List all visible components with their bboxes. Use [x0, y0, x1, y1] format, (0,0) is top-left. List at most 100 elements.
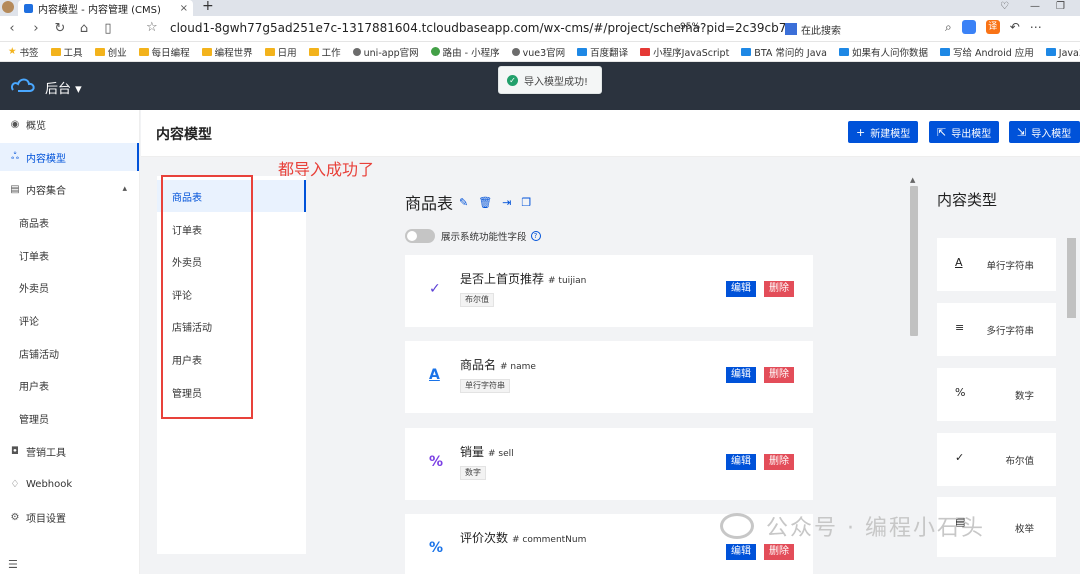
collapse-menu-icon[interactable]: ☰	[8, 558, 18, 571]
bookmark-item[interactable]: 如果有人问你数据	[839, 45, 928, 59]
extension-icon[interactable]	[961, 20, 976, 34]
bookmark-item[interactable]: uni-app官网	[352, 45, 419, 59]
back-icon[interactable]: ‹	[0, 21, 24, 36]
bookmark-item[interactable]: ★ 书签	[8, 45, 39, 59]
bookmark-item[interactable]: Java3y 的个人主	[1045, 45, 1080, 59]
app-switcher[interactable]: 后台 ▾	[45, 78, 82, 97]
bookmark-item[interactable]: 百度翻译	[577, 45, 628, 59]
scroll-up-icon[interactable]: ▲	[910, 176, 915, 184]
address-bar: ‹ › ↻ ⌂ ▯ ☆ cloud1-8gwh77g5ad251e7c-1317…	[0, 16, 1080, 42]
sidebar-item-admins[interactable]: 管理员	[0, 404, 139, 432]
bookmark-item[interactable]: 创业	[94, 45, 127, 59]
edit-model-icon[interactable]: ✎	[459, 196, 468, 209]
export-model-button[interactable]: ⇱ 导出模型	[929, 121, 1000, 143]
sidebar-item-overview[interactable]: ◉ 概览	[0, 110, 139, 138]
bookmark-star-icon[interactable]: ☆	[146, 20, 158, 35]
sidebar-item-comments[interactable]: 评论	[0, 306, 139, 334]
shirt-icon[interactable]: ♡	[1000, 1, 1009, 12]
bookmark-item[interactable]: 路由 - 小程序	[430, 45, 500, 59]
minimize-icon[interactable]: —	[1030, 1, 1040, 12]
undo-icon[interactable]: ↶	[1010, 20, 1020, 35]
bookmark-item[interactable]: 每日编程	[138, 45, 190, 59]
type-card-number[interactable]: % 数字	[937, 368, 1056, 421]
site-icon	[940, 47, 951, 56]
bookmark-item[interactable]: 小程序JavaScript	[640, 45, 729, 59]
forward-icon[interactable]: ›	[24, 21, 48, 36]
type-card-single-line[interactable]: A 单行字符串	[937, 238, 1056, 291]
bookmark-item[interactable]: 工作	[308, 45, 341, 59]
bookmark-item[interactable]: 日用	[264, 45, 297, 59]
types-scrollbar[interactable]	[1067, 238, 1076, 318]
more-icon[interactable]: ⋯	[1030, 20, 1042, 35]
folder-icon	[264, 47, 275, 56]
new-tab-button[interactable]: +	[202, 0, 214, 14]
delete-field-button[interactable]: 删除	[764, 367, 794, 383]
types-title: 内容类型	[937, 191, 998, 209]
system-fields-toggle[interactable]	[405, 229, 435, 243]
restore-icon[interactable]: ❐	[1056, 1, 1065, 12]
reader-icon[interactable]: ▯	[96, 21, 120, 36]
type-card-multi-line[interactable]: ≡ 多行字符串	[937, 303, 1056, 356]
search-icon[interactable]: ⌕	[945, 20, 952, 35]
sidebar-item-webhook[interactable]: ♢ Webhook	[0, 470, 139, 498]
tab-close-icon[interactable]: ×	[180, 3, 188, 14]
chevron-up-icon: ▴	[122, 184, 127, 194]
help-icon[interactable]: ?	[530, 231, 541, 241]
translate-site-icon	[577, 47, 588, 56]
bookmark-item[interactable]: vue3官网	[511, 45, 565, 59]
sidebar-item-couriers[interactable]: 外卖员	[0, 273, 139, 301]
sidebar-item-project-settings[interactable]: ⚙ 项目设置	[0, 503, 139, 531]
sidebar-item-content-model[interactable]: ஃ 内容模型	[0, 143, 139, 171]
new-model-button[interactable]: + 新建模型	[848, 121, 919, 143]
reload-icon[interactable]: ↻	[48, 21, 72, 36]
edit-field-button[interactable]: 编辑	[726, 454, 756, 470]
cloud-logo-icon[interactable]	[10, 76, 36, 96]
edit-field-button[interactable]: 编辑	[726, 367, 756, 383]
zoom-level[interactable]: 95%	[680, 22, 700, 32]
sidebar-item-marketing[interactable]: ◘ 营销工具	[0, 437, 139, 465]
edit-field-button[interactable]: 编辑	[726, 281, 756, 297]
star-icon: ★	[8, 46, 17, 57]
field-name: 销量	[460, 445, 485, 459]
percent-icon: %	[955, 386, 966, 399]
delete-field-button[interactable]: 删除	[764, 454, 794, 470]
profile-avatar[interactable]	[2, 1, 14, 13]
search-engine-icon[interactable]	[785, 23, 797, 35]
search-input[interactable]: 在此搜索	[785, 20, 955, 38]
sidebar-item-orders[interactable]: 订单表	[0, 241, 139, 269]
browser-tab[interactable]: 内容模型 - 内容管理 (CMS) ×	[18, 0, 193, 16]
type-card-boolean[interactable]: ✓ 布尔值	[937, 433, 1056, 486]
wechat-icon	[430, 47, 440, 56]
bookmark-item[interactable]: 编程世界	[201, 45, 253, 59]
import-icon: ⇲	[1017, 125, 1027, 139]
main-header: 内容模型 + 新建模型 ⇱ 导出模型 ⇲ 导入模型	[141, 110, 1080, 157]
model-icon: ஃ	[11, 151, 19, 162]
text-icon: A	[429, 367, 440, 383]
system-fields-toggle-row: 展示系统功能性字段 ?	[405, 229, 541, 243]
edit-field-button[interactable]: 编辑	[726, 544, 756, 560]
delete-field-button[interactable]: 删除	[764, 281, 794, 297]
sidebar-item-products[interactable]: 商品表	[0, 208, 139, 236]
bookmark-item[interactable]: 工具	[50, 45, 83, 59]
webhook-icon: ♢	[10, 478, 20, 490]
bookmark-item[interactable]: 写给 Android 应用	[940, 45, 1034, 59]
url-field[interactable]: cloud1-8gwh77g5ad251e7c-1317881604.tclou…	[170, 21, 794, 35]
browser-tab-bar: 内容模型 - 内容管理 (CMS) × + ♡ — ❐	[0, 0, 1080, 16]
sidebar-item-content-collection[interactable]: ▤ 内容集合 ▴	[0, 175, 139, 203]
sidebar-item-shop-events[interactable]: 店铺活动	[0, 339, 139, 367]
toast-message: 导入模型成功!	[524, 76, 589, 88]
annotation-box	[161, 175, 253, 419]
home-icon[interactable]: ⌂	[72, 21, 96, 36]
copy-model-icon[interactable]: ❐	[521, 196, 531, 209]
import-model-button[interactable]: ⇲ 导入模型	[1009, 121, 1080, 143]
field-list-scrollbar[interactable]	[910, 186, 918, 336]
sidebar-item-users[interactable]: 用户表	[0, 371, 139, 399]
export-model-icon[interactable]: ⇥	[502, 196, 511, 209]
globe-icon	[352, 47, 361, 56]
field-type-tag: 布尔值	[460, 293, 494, 307]
bookmark-item[interactable]: BTA 常问的 Java	[741, 45, 827, 59]
delete-model-icon[interactable]: 🗑	[478, 196, 492, 209]
translate-icon[interactable]: 译	[985, 20, 1000, 34]
export-icon: ⇱	[937, 125, 947, 139]
delete-field-button[interactable]: 删除	[764, 544, 794, 560]
